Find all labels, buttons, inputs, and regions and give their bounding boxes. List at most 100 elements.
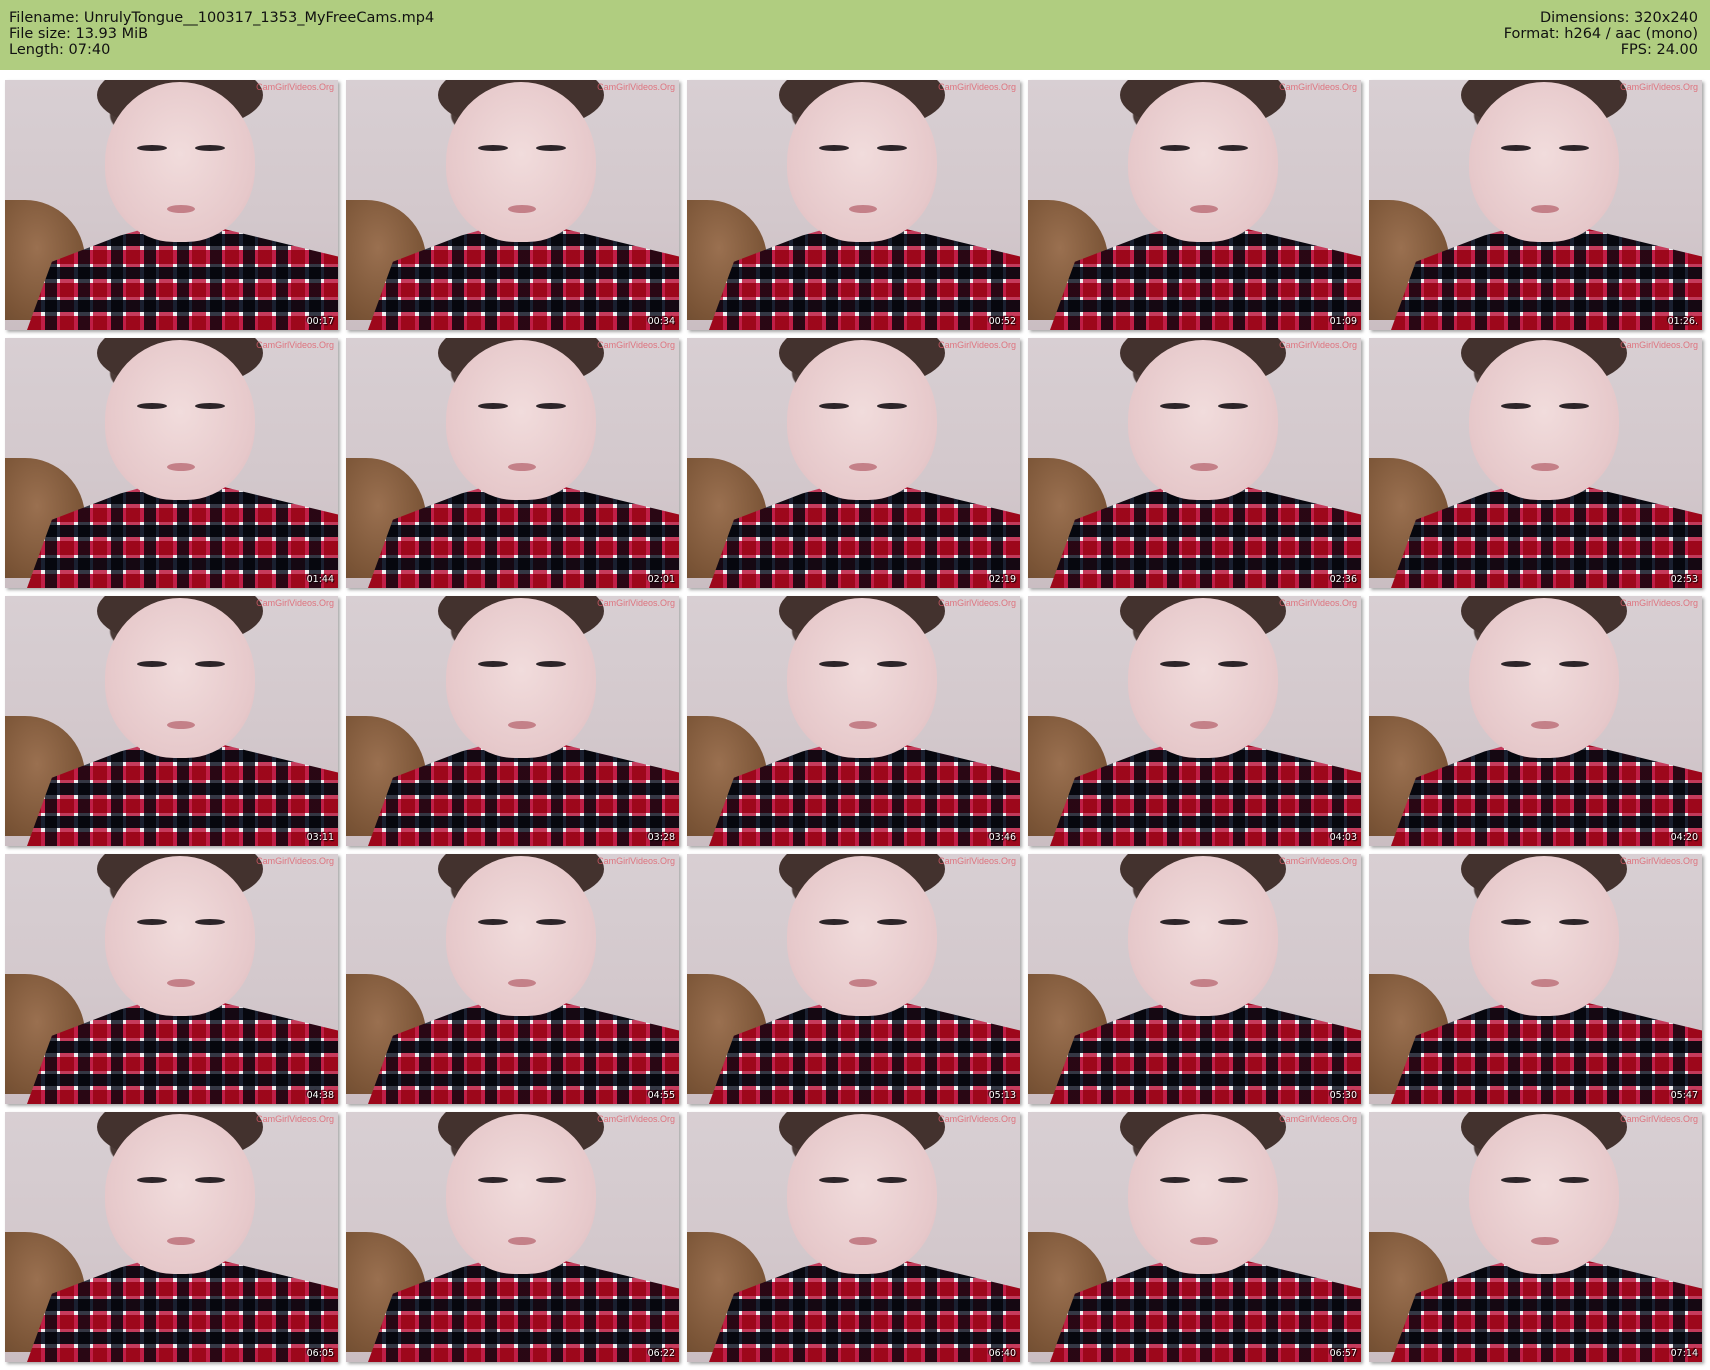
eye-shape xyxy=(1501,145,1531,151)
eye-shape xyxy=(137,403,167,409)
watermark-text: CamGirlVideos.Org xyxy=(938,598,1016,608)
timestamp-label: 04:38 xyxy=(306,1090,334,1101)
eye-shape xyxy=(877,919,907,925)
lips-shape xyxy=(167,721,195,729)
face-shape xyxy=(1128,1114,1278,1274)
lips-shape xyxy=(1531,205,1559,213)
eye-shape xyxy=(478,145,508,151)
watermark-text: CamGirlVideos.Org xyxy=(1279,598,1357,608)
lips-shape xyxy=(1531,721,1559,729)
timestamp-label: 07:14 xyxy=(1670,1348,1698,1359)
video-thumbnail: CamGirlVideos.Org 02:01 xyxy=(346,338,679,588)
video-thumbnail: CamGirlVideos.Org 04:38 xyxy=(5,854,338,1104)
video-thumbnail: CamGirlVideos.Org 03:46 xyxy=(687,596,1020,846)
face-shape xyxy=(105,1114,255,1274)
face-shape xyxy=(446,598,596,758)
video-thumbnail: CamGirlVideos.Org 01:26. xyxy=(1369,80,1702,330)
eye-shape xyxy=(478,661,508,667)
timestamp-label: 06:57 xyxy=(1329,1348,1357,1359)
eye-shape xyxy=(478,1177,508,1183)
timestamp-label: 02:36 xyxy=(1329,574,1357,585)
eye-shape xyxy=(1501,661,1531,667)
timestamp-label: 01:09 xyxy=(1329,316,1357,327)
face-shape xyxy=(105,598,255,758)
video-thumbnail: CamGirlVideos.Org 06:22 xyxy=(346,1112,679,1362)
watermark-text: CamGirlVideos.Org xyxy=(938,82,1016,92)
timestamp-label: 00:17 xyxy=(306,316,334,327)
eye-shape xyxy=(819,661,849,667)
lips-shape xyxy=(1531,979,1559,987)
eye-shape xyxy=(1559,1177,1589,1183)
video-thumbnail: CamGirlVideos.Org 05:13 xyxy=(687,854,1020,1104)
eye-shape xyxy=(1218,919,1248,925)
timestamp-label: 06:22 xyxy=(647,1348,675,1359)
lips-shape xyxy=(1190,721,1218,729)
video-thumbnail: CamGirlVideos.Org 00:52 xyxy=(687,80,1020,330)
watermark-text: CamGirlVideos.Org xyxy=(597,598,675,608)
lips-shape xyxy=(849,205,877,213)
timestamp-label: 02:53 xyxy=(1670,574,1698,585)
eye-shape xyxy=(536,1177,566,1183)
timestamp-label: 00:52 xyxy=(988,316,1016,327)
eye-shape xyxy=(1218,403,1248,409)
video-thumbnail: CamGirlVideos.Org 05:47 xyxy=(1369,854,1702,1104)
eye-shape xyxy=(195,403,225,409)
video-thumbnail: CamGirlVideos.Org 01:09 xyxy=(1028,80,1361,330)
lips-shape xyxy=(849,1237,877,1245)
lips-shape xyxy=(167,463,195,471)
watermark-text: CamGirlVideos.Org xyxy=(597,340,675,350)
face-shape xyxy=(446,82,596,242)
eye-shape xyxy=(877,145,907,151)
eye-shape xyxy=(478,403,508,409)
face-shape xyxy=(1128,598,1278,758)
face-shape xyxy=(787,598,937,758)
video-thumbnail: CamGirlVideos.Org 05:30 xyxy=(1028,854,1361,1104)
timestamp-label: 04:03 xyxy=(1329,832,1357,843)
watermark-text: CamGirlVideos.Org xyxy=(1279,340,1357,350)
filesize-text: File size: 13.93 MiB xyxy=(9,26,149,42)
lips-shape xyxy=(1531,1237,1559,1245)
meta-left: Filename: UnrulyTongue__100317_1353_MyFr… xyxy=(9,10,434,58)
thumbnail-grid: CamGirlVideos.Org 00:17 CamGirlVideos.Org 0… xyxy=(5,80,1702,1362)
lips-shape xyxy=(167,979,195,987)
eye-shape xyxy=(536,661,566,667)
timestamp-label: 03:28 xyxy=(647,832,675,843)
watermark-text: CamGirlVideos.Org xyxy=(256,856,334,866)
watermark-text: CamGirlVideos.Org xyxy=(938,1114,1016,1124)
watermark-text: CamGirlVideos.Org xyxy=(1620,598,1698,608)
eye-shape xyxy=(877,661,907,667)
timestamp-label: 04:20 xyxy=(1670,832,1698,843)
eye-shape xyxy=(819,145,849,151)
eye-shape xyxy=(1559,919,1589,925)
eye-shape xyxy=(819,1177,849,1183)
watermark-text: CamGirlVideos.Org xyxy=(256,82,334,92)
eye-shape xyxy=(1218,661,1248,667)
eye-shape xyxy=(137,145,167,151)
video-thumbnail: CamGirlVideos.Org 04:03 xyxy=(1028,596,1361,846)
face-shape xyxy=(446,856,596,1016)
eye-shape xyxy=(536,919,566,925)
face-shape xyxy=(1128,82,1278,242)
eye-shape xyxy=(1160,145,1190,151)
timestamp-label: 03:46 xyxy=(988,832,1016,843)
lips-shape xyxy=(849,979,877,987)
watermark-text: CamGirlVideos.Org xyxy=(1620,856,1698,866)
lips-shape xyxy=(508,979,536,987)
eye-shape xyxy=(1160,1177,1190,1183)
video-thumbnail: CamGirlVideos.Org 03:28 xyxy=(346,596,679,846)
eye-shape xyxy=(478,919,508,925)
video-thumbnail: CamGirlVideos.Org 03:11 xyxy=(5,596,338,846)
video-thumbnail: CamGirlVideos.Org 06:05 xyxy=(5,1112,338,1362)
face-shape xyxy=(446,340,596,500)
timestamp-label: 00:34 xyxy=(647,316,675,327)
lips-shape xyxy=(1190,979,1218,987)
eye-shape xyxy=(137,919,167,925)
eye-shape xyxy=(1501,1177,1531,1183)
format-text: Format: h264 / aac (mono) xyxy=(1503,26,1698,42)
eye-shape xyxy=(137,661,167,667)
lips-shape xyxy=(1190,1237,1218,1245)
watermark-text: CamGirlVideos.Org xyxy=(1620,1114,1698,1124)
filename-text: Filename: UnrulyTongue__100317_1353_MyFr… xyxy=(9,10,435,26)
timestamp-label: 06:05 xyxy=(306,1348,334,1359)
timestamp-label: 03:11 xyxy=(306,832,334,843)
